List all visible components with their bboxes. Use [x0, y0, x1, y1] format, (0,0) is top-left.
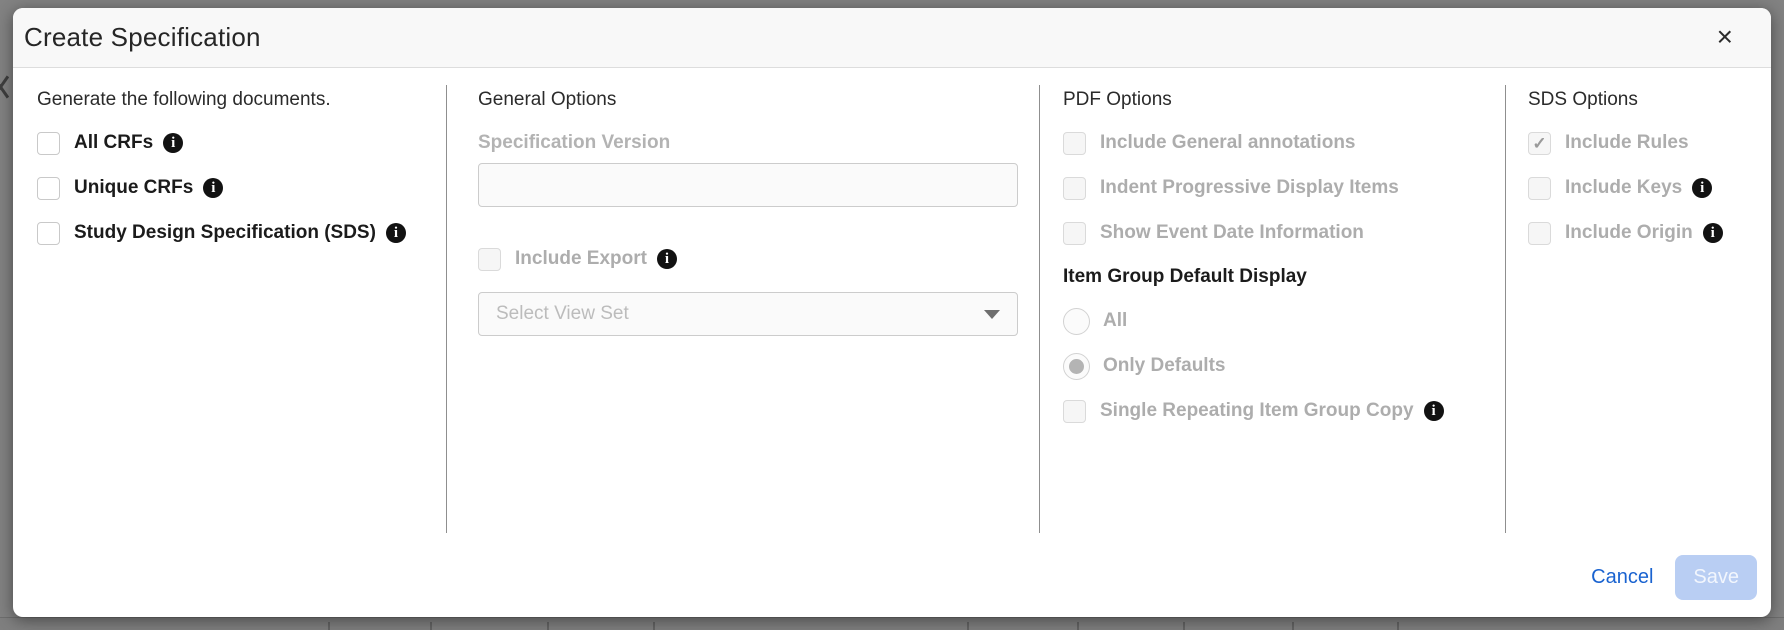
include-keys-label: Include Keys [1565, 177, 1682, 199]
all-crfs-checkbox[interactable]: ✓ [37, 132, 60, 155]
show-event-date-label: Show Event Date Information [1100, 222, 1364, 244]
indent-progressive-label: Indent Progressive Display Items [1100, 177, 1399, 199]
background-table-gridline [430, 622, 432, 630]
checkbox-row-indent-progressive: ✓ Indent Progressive Display Items [1063, 173, 1495, 203]
radio-row-all: All [1063, 306, 1495, 336]
documents-section: Generate the following documents. ✓ All … [37, 86, 437, 248]
single-repeating-label: Single Repeating Item Group Copy [1100, 400, 1414, 422]
info-icon[interactable]: i [657, 249, 677, 269]
create-specification-dialog: Create Specification × Generate the foll… [13, 8, 1771, 617]
info-icon[interactable]: i [1703, 223, 1723, 243]
checkbox-row-include-export: ✓ Include Export i [478, 244, 1018, 274]
all-crfs-label: All CRFs [74, 132, 153, 154]
background-table-gridline [328, 622, 330, 630]
dialog-title: Create Specification [24, 22, 261, 53]
include-origin-checkbox[interactable]: ✓ [1528, 222, 1551, 245]
sds-options-heading: SDS Options [1528, 86, 1768, 114]
include-export-label: Include Export [515, 248, 647, 270]
column-divider [446, 85, 447, 533]
show-event-date-checkbox[interactable]: ✓ [1063, 222, 1086, 245]
background-table-gridline [1292, 622, 1294, 630]
general-options-section: General Options Specification Version ✓ … [478, 86, 1018, 336]
specification-version-input[interactable] [478, 163, 1018, 207]
include-export-checkbox[interactable]: ✓ [478, 248, 501, 271]
checkbox-row-sds: ✓ Study Design Specification (SDS) i [37, 218, 437, 248]
documents-heading: Generate the following documents. [37, 86, 437, 114]
background-table-gridline [547, 622, 549, 630]
checkbox-row-unique-crfs: ✓ Unique CRFs i [37, 173, 437, 203]
all-radio[interactable] [1063, 308, 1090, 335]
include-rules-label: Include Rules [1565, 132, 1689, 154]
checkbox-row-include-rules: ✓ Include Rules [1528, 128, 1768, 158]
view-set-dropdown[interactable]: Select View Set [478, 292, 1018, 336]
background-table-gridline [653, 622, 655, 630]
sds-checkbox[interactable]: ✓ [37, 222, 60, 245]
include-rules-checkbox[interactable]: ✓ [1528, 132, 1551, 155]
unique-crfs-label: Unique CRFs [74, 177, 193, 199]
dialog-header: Create Specification × [13, 8, 1771, 68]
only-defaults-radio-label: Only Defaults [1103, 355, 1225, 377]
background-table-gridline [1397, 622, 1399, 630]
info-icon[interactable]: i [1424, 401, 1444, 421]
sds-options-section: SDS Options ✓ Include Rules ✓ Include Ke… [1528, 86, 1768, 248]
checkbox-row-include-keys: ✓ Include Keys i [1528, 173, 1768, 203]
all-radio-label: All [1103, 310, 1127, 332]
checkbox-row-show-event-date: ✓ Show Event Date Information [1063, 218, 1495, 248]
checkbox-row-single-repeating: ✓ Single Repeating Item Group Copy i [1063, 396, 1495, 426]
checkbox-row-include-general-annotations: ✓ Include General annotations [1063, 128, 1495, 158]
item-group-default-display-heading: Item Group Default Display [1063, 264, 1495, 290]
background-table-gridline [967, 622, 969, 630]
check-icon: ✓ [1532, 135, 1546, 152]
specification-version-label: Specification Version [478, 132, 1018, 154]
indent-progressive-checkbox[interactable]: ✓ [1063, 177, 1086, 200]
caret-down-icon [984, 310, 1000, 319]
radio-row-only-defaults: Only Defaults [1063, 351, 1495, 381]
cancel-button[interactable]: Cancel [1591, 566, 1653, 589]
unique-crfs-checkbox[interactable]: ✓ [37, 177, 60, 200]
info-icon[interactable]: i [386, 223, 406, 243]
column-divider [1505, 85, 1506, 533]
sds-label: Study Design Specification (SDS) [74, 222, 376, 244]
info-icon[interactable]: i [1692, 178, 1712, 198]
include-general-annotations-label: Include General annotations [1100, 132, 1356, 154]
pdf-options-heading: PDF Options [1063, 86, 1495, 114]
background-page-fragment [0, 74, 9, 100]
background-table-gridline [1183, 622, 1185, 630]
only-defaults-radio[interactable] [1063, 353, 1090, 380]
view-set-placeholder: Select View Set [496, 303, 629, 325]
pdf-options-section: PDF Options ✓ Include General annotation… [1063, 86, 1495, 426]
checkbox-row-all-crfs: ✓ All CRFs i [37, 128, 437, 158]
info-icon[interactable]: i [203, 178, 223, 198]
info-icon[interactable]: i [163, 133, 183, 153]
close-icon[interactable]: × [1717, 22, 1733, 50]
include-general-annotations-checkbox[interactable]: ✓ [1063, 132, 1086, 155]
background-table-gridline [1077, 622, 1079, 630]
save-button[interactable]: Save [1675, 555, 1757, 600]
dialog-footer: Cancel Save [1591, 555, 1757, 600]
include-keys-checkbox[interactable]: ✓ [1528, 177, 1551, 200]
include-origin-label: Include Origin [1565, 222, 1693, 244]
general-options-heading: General Options [478, 86, 1018, 114]
dimmed-background-table [0, 617, 1784, 630]
checkbox-row-include-origin: ✓ Include Origin i [1528, 218, 1768, 248]
single-repeating-checkbox[interactable]: ✓ [1063, 400, 1086, 423]
column-divider [1039, 85, 1040, 533]
